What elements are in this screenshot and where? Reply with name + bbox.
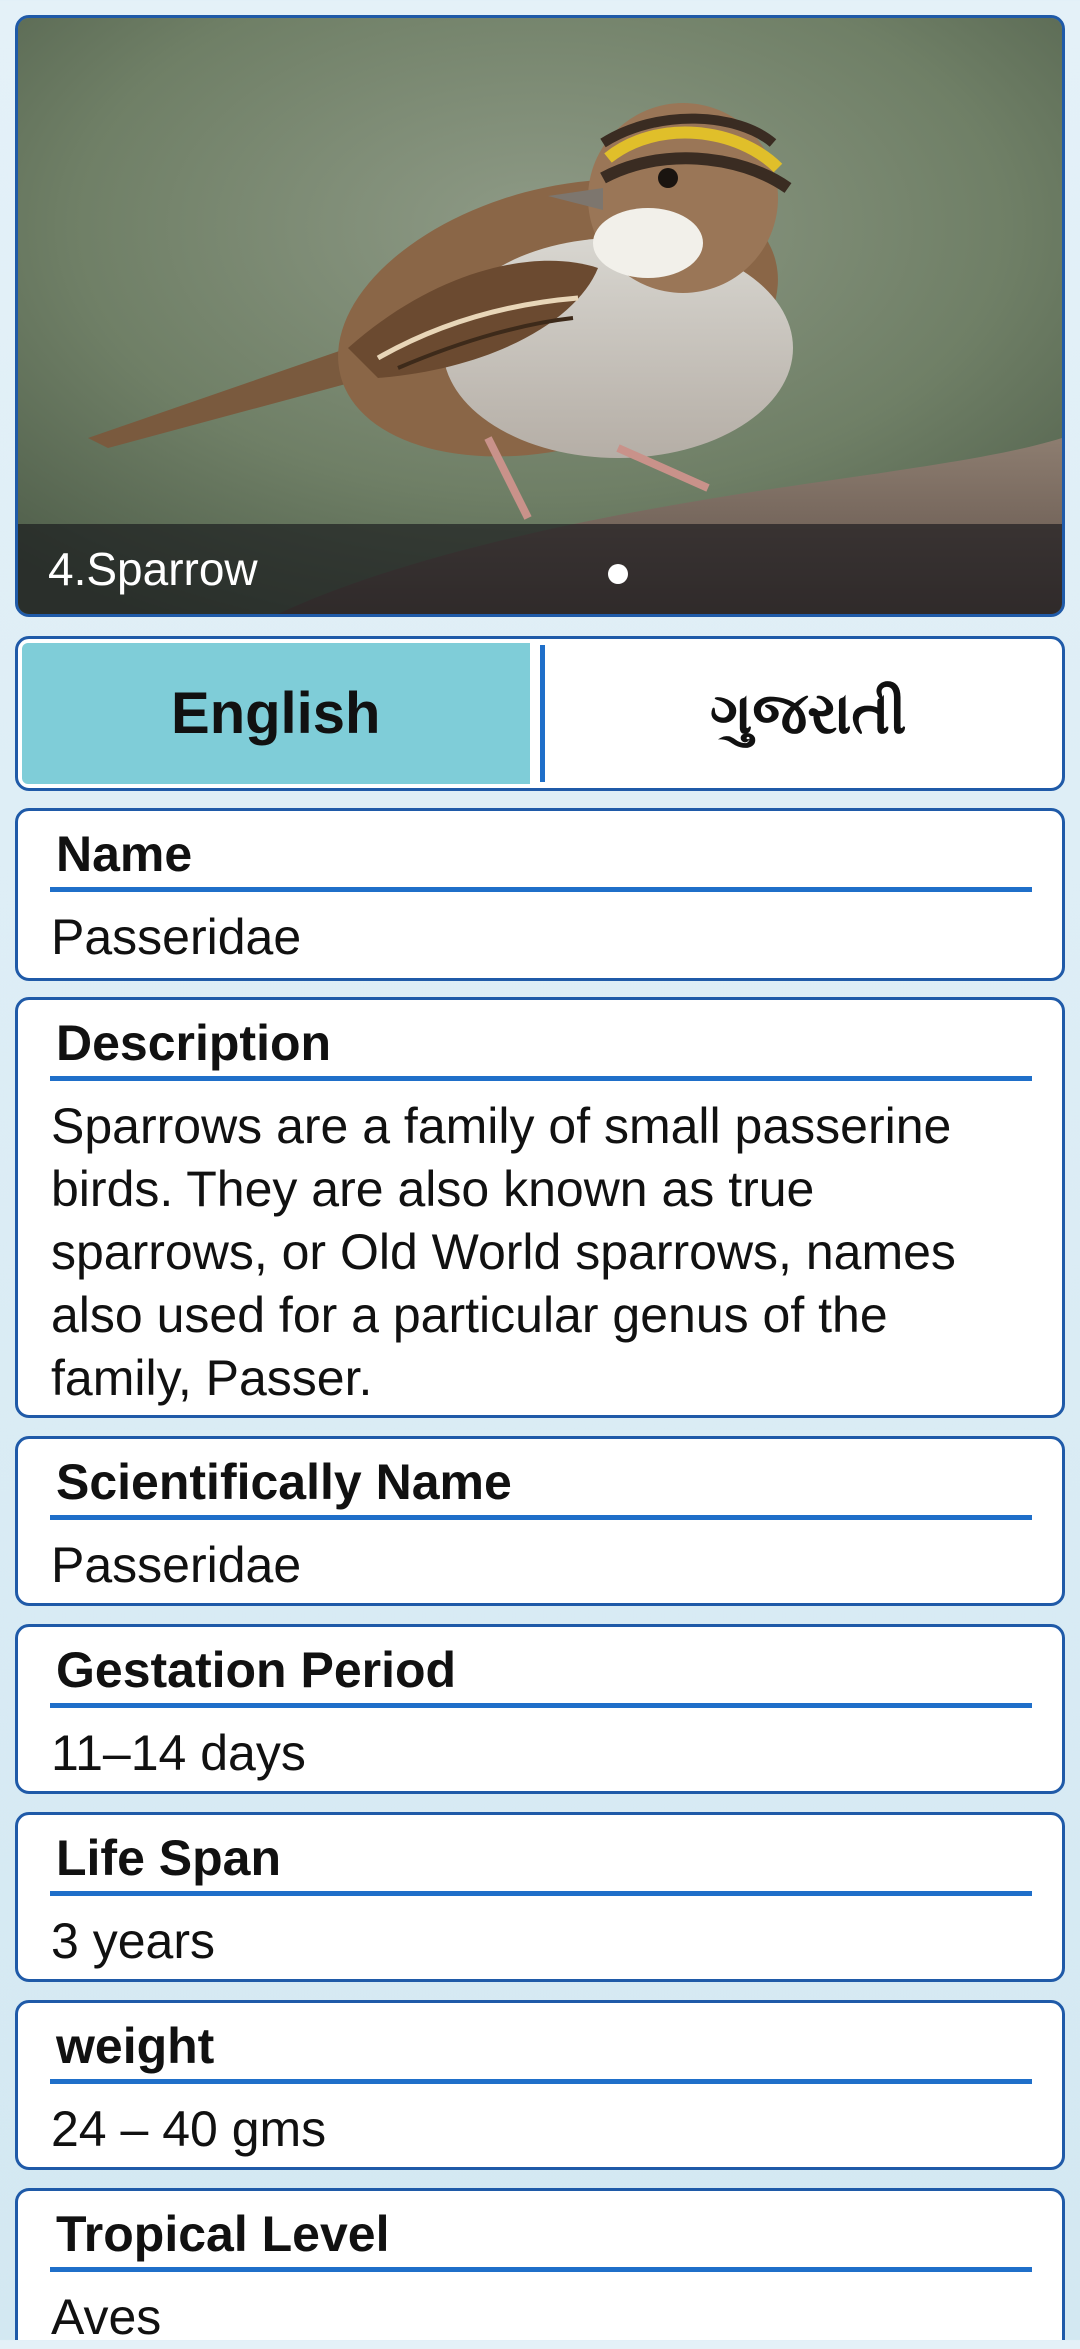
weight-title: weight [56, 2018, 215, 2074]
gujarati-tab[interactable]: ગુજરાતી [555, 639, 1063, 788]
gestation-period-title: Gestation Period [56, 1642, 457, 1698]
weight-card: weight 24 – 40 gms [15, 2000, 1065, 2170]
description-value: Sparrows are a family of small passerine… [51, 1098, 956, 1406]
description-card: Description Sparrows are a family of sma… [15, 997, 1065, 1418]
caption-bar: 4.Sparrow [18, 524, 1062, 614]
english-tab[interactable]: English [22, 643, 530, 784]
life-span-value: 3 years [51, 1913, 215, 1969]
gestation-period-card: Gestation Period 11–14 days [15, 1624, 1065, 1794]
life-span-card: Life Span 3 years [15, 1812, 1065, 1982]
scientific-name-card: Scientifically Name Passeridae [15, 1436, 1065, 1606]
tropical-level-title: Tropical Level [56, 2206, 390, 2262]
divider [50, 1703, 1032, 1708]
name-title: Name [56, 826, 193, 882]
divider [50, 1076, 1032, 1081]
tropical-level-card: Tropical Level Aves [15, 2188, 1065, 2345]
tab-divider [539, 645, 545, 782]
language-toggle: English ગુજરાતી [15, 636, 1065, 791]
divider [50, 1515, 1032, 1520]
name-card: Name Passeridae [15, 808, 1065, 981]
gestation-period-value: 11–14 days [51, 1725, 306, 1781]
divider [50, 1891, 1032, 1896]
weight-value: 24 – 40 gms [51, 2101, 327, 2157]
scientific-name-value: Passeridae [51, 1537, 302, 1593]
divider [50, 2267, 1032, 2272]
name-value: Passeridae [51, 909, 302, 965]
description-title: Description [56, 1015, 332, 1071]
scientific-name-title: Scientifically Name [56, 1454, 512, 1510]
divider [50, 887, 1032, 892]
bird-image-card[interactable]: 4.Sparrow [15, 15, 1065, 617]
carousel-indicator-dot[interactable] [608, 564, 628, 584]
divider [50, 2079, 1032, 2084]
bird-caption: 4.Sparrow [48, 543, 258, 595]
life-span-title: Life Span [56, 1830, 282, 1886]
